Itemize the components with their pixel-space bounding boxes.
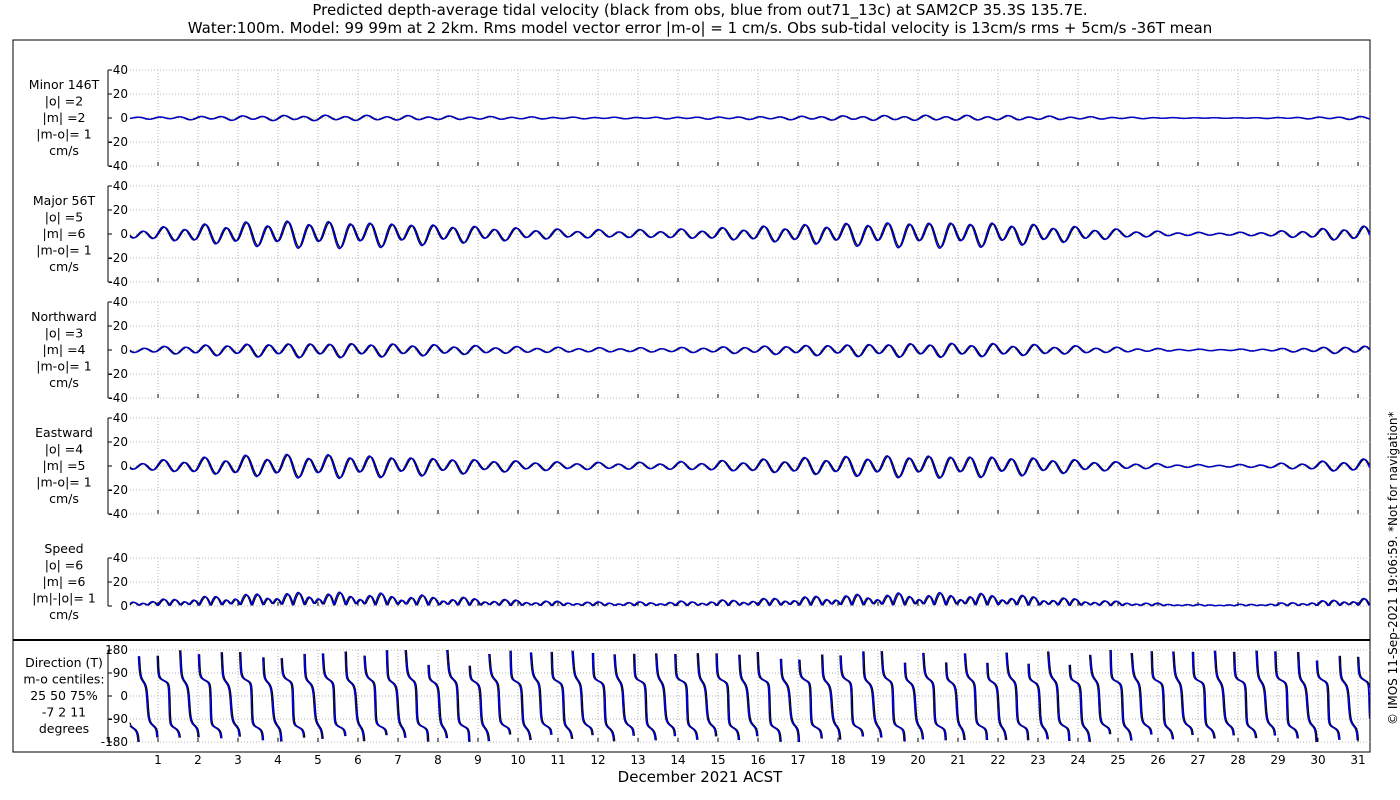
y-tick-label: -20 bbox=[108, 135, 128, 149]
x-tick-label: 20 bbox=[910, 753, 925, 767]
y-tick-label: 40 bbox=[113, 411, 128, 425]
y-tick-label: 0 bbox=[120, 227, 128, 241]
x-tick-label: 11 bbox=[550, 753, 565, 767]
x-tick-label: 3 bbox=[234, 753, 242, 767]
series-line-model-eastward bbox=[129, 453, 1371, 480]
y-tick-label: 20 bbox=[113, 87, 128, 101]
x-tick-label: 17 bbox=[790, 753, 805, 767]
panel-label-direction: 25 50 75% bbox=[30, 688, 98, 703]
x-tick-label: 25 bbox=[1110, 753, 1125, 767]
x-tick-label: 16 bbox=[750, 753, 765, 767]
panel-label-major: |o| =5 bbox=[45, 210, 83, 225]
x-tick-label: 31 bbox=[1350, 753, 1365, 767]
panel-label-speed: |m| =6 bbox=[43, 574, 86, 589]
x-tick-label: 21 bbox=[950, 753, 965, 767]
y-tick-label: -20 bbox=[108, 367, 128, 381]
panel-label-major: |m| =6 bbox=[43, 226, 86, 241]
panel-label-eastward: |m-o|= 1 bbox=[36, 475, 91, 490]
x-tick-label: 19 bbox=[870, 753, 885, 767]
x-tick-label: 24 bbox=[1070, 753, 1085, 767]
x-tick-label: 27 bbox=[1190, 753, 1205, 767]
panel-label-eastward: |m| =5 bbox=[43, 458, 86, 473]
upper-frame bbox=[12, 39, 1371, 641]
x-tick-label: 12 bbox=[590, 753, 605, 767]
y-tick-label: 40 bbox=[113, 63, 128, 77]
x-tick-label: 6 bbox=[354, 753, 362, 767]
y-tick-label: -40 bbox=[108, 159, 128, 173]
y-tick-label: -20 bbox=[108, 251, 128, 265]
x-tick-label: 18 bbox=[830, 753, 845, 767]
panel-label-direction: m-o centiles: bbox=[23, 672, 104, 687]
y-tick-label: 20 bbox=[113, 203, 128, 217]
x-tick-label: 4 bbox=[274, 753, 282, 767]
y-tick-label: 0 bbox=[120, 111, 128, 125]
y-tick-label: 0 bbox=[120, 599, 128, 613]
panel-label-northward: |m-o|= 1 bbox=[36, 359, 91, 374]
series-line-model-minor bbox=[130, 114, 1370, 122]
y-tick-label: 0 bbox=[120, 689, 128, 703]
panel-label-northward: |m| =4 bbox=[43, 342, 86, 357]
y-tick-label: 0 bbox=[120, 343, 128, 357]
x-axis-label: December 2021 ACST bbox=[617, 768, 783, 786]
panel-label-major: Major 56T bbox=[33, 193, 96, 208]
y-tick-label: 0 bbox=[120, 459, 128, 473]
panel-label-minor: |m-o|= 1 bbox=[36, 127, 91, 142]
panel-label-northward: cm/s bbox=[49, 375, 79, 390]
y-tick-label: 40 bbox=[113, 179, 128, 193]
panel-label-major: |m-o|= 1 bbox=[36, 243, 91, 258]
y-tick-label: -180 bbox=[101, 735, 128, 749]
panel-label-major: cm/s bbox=[49, 259, 79, 274]
panel-label-eastward: Eastward bbox=[35, 425, 93, 440]
y-tick-label: -90 bbox=[108, 712, 128, 726]
panel-label-direction: -7 2 11 bbox=[42, 705, 86, 720]
series-line-model-northward bbox=[129, 342, 1371, 359]
x-tick-label: 30 bbox=[1310, 753, 1325, 767]
y-tick-label: 20 bbox=[113, 575, 128, 589]
x-tick-label: 1 bbox=[154, 753, 162, 767]
panel-label-minor: |o| =2 bbox=[45, 94, 83, 109]
panel-label-eastward: |o| =4 bbox=[45, 442, 84, 457]
y-tick-label: 20 bbox=[113, 319, 128, 333]
x-tick-label: 29 bbox=[1270, 753, 1285, 767]
credit-text: © IMOS 11-Sep-2021 19:06:59. *Not for na… bbox=[1386, 411, 1400, 725]
panel-label-direction: Direction (T) bbox=[25, 655, 103, 670]
x-tick-label: 28 bbox=[1230, 753, 1245, 767]
x-tick-label: 5 bbox=[314, 753, 322, 767]
y-tick-label: 40 bbox=[113, 295, 128, 309]
y-tick-label: -40 bbox=[108, 507, 128, 521]
panel-label-minor: cm/s bbox=[49, 143, 79, 158]
panel-label-northward: |o| =3 bbox=[45, 326, 83, 341]
panel-label-eastward: cm/s bbox=[49, 491, 79, 506]
panel-label-speed: |m|-|o|= 1 bbox=[32, 591, 96, 606]
panel-label-speed: |o| =6 bbox=[45, 558, 84, 573]
panel-label-direction: degrees bbox=[39, 721, 89, 736]
y-tick-label: -40 bbox=[108, 275, 128, 289]
x-tick-label: 14 bbox=[670, 753, 685, 767]
panel-label-minor: |m| =2 bbox=[43, 110, 86, 125]
x-tick-label: 26 bbox=[1150, 753, 1165, 767]
y-tick-label: -40 bbox=[108, 391, 128, 405]
x-tick-label: 8 bbox=[434, 753, 442, 767]
panel-label-northward: Northward bbox=[31, 309, 97, 324]
x-tick-label: 13 bbox=[630, 753, 645, 767]
x-tick-label: 15 bbox=[710, 753, 725, 767]
x-tick-label: 7 bbox=[394, 753, 402, 767]
series-line-obs-speed bbox=[129, 592, 1371, 607]
x-tick-label: 2 bbox=[194, 753, 202, 767]
panel-label-speed: cm/s bbox=[49, 607, 79, 622]
tidal-velocity-plot: -40-2002040Minor 146T|o| =2|m| =2|m-o|= … bbox=[12, 39, 1371, 767]
y-tick-label: 180 bbox=[105, 643, 128, 657]
x-tick-label: 23 bbox=[1030, 753, 1045, 767]
panel-label-speed: Speed bbox=[44, 541, 83, 556]
x-tick-label: 10 bbox=[510, 753, 525, 767]
x-tick-label: 22 bbox=[990, 753, 1005, 767]
y-tick-label: -20 bbox=[108, 483, 128, 497]
y-tick-label: 20 bbox=[113, 435, 128, 449]
y-tick-label: 40 bbox=[113, 551, 128, 565]
panel-label-minor: Minor 146T bbox=[29, 77, 100, 92]
y-tick-label: 90 bbox=[113, 666, 128, 680]
x-tick-label: 9 bbox=[474, 753, 482, 767]
